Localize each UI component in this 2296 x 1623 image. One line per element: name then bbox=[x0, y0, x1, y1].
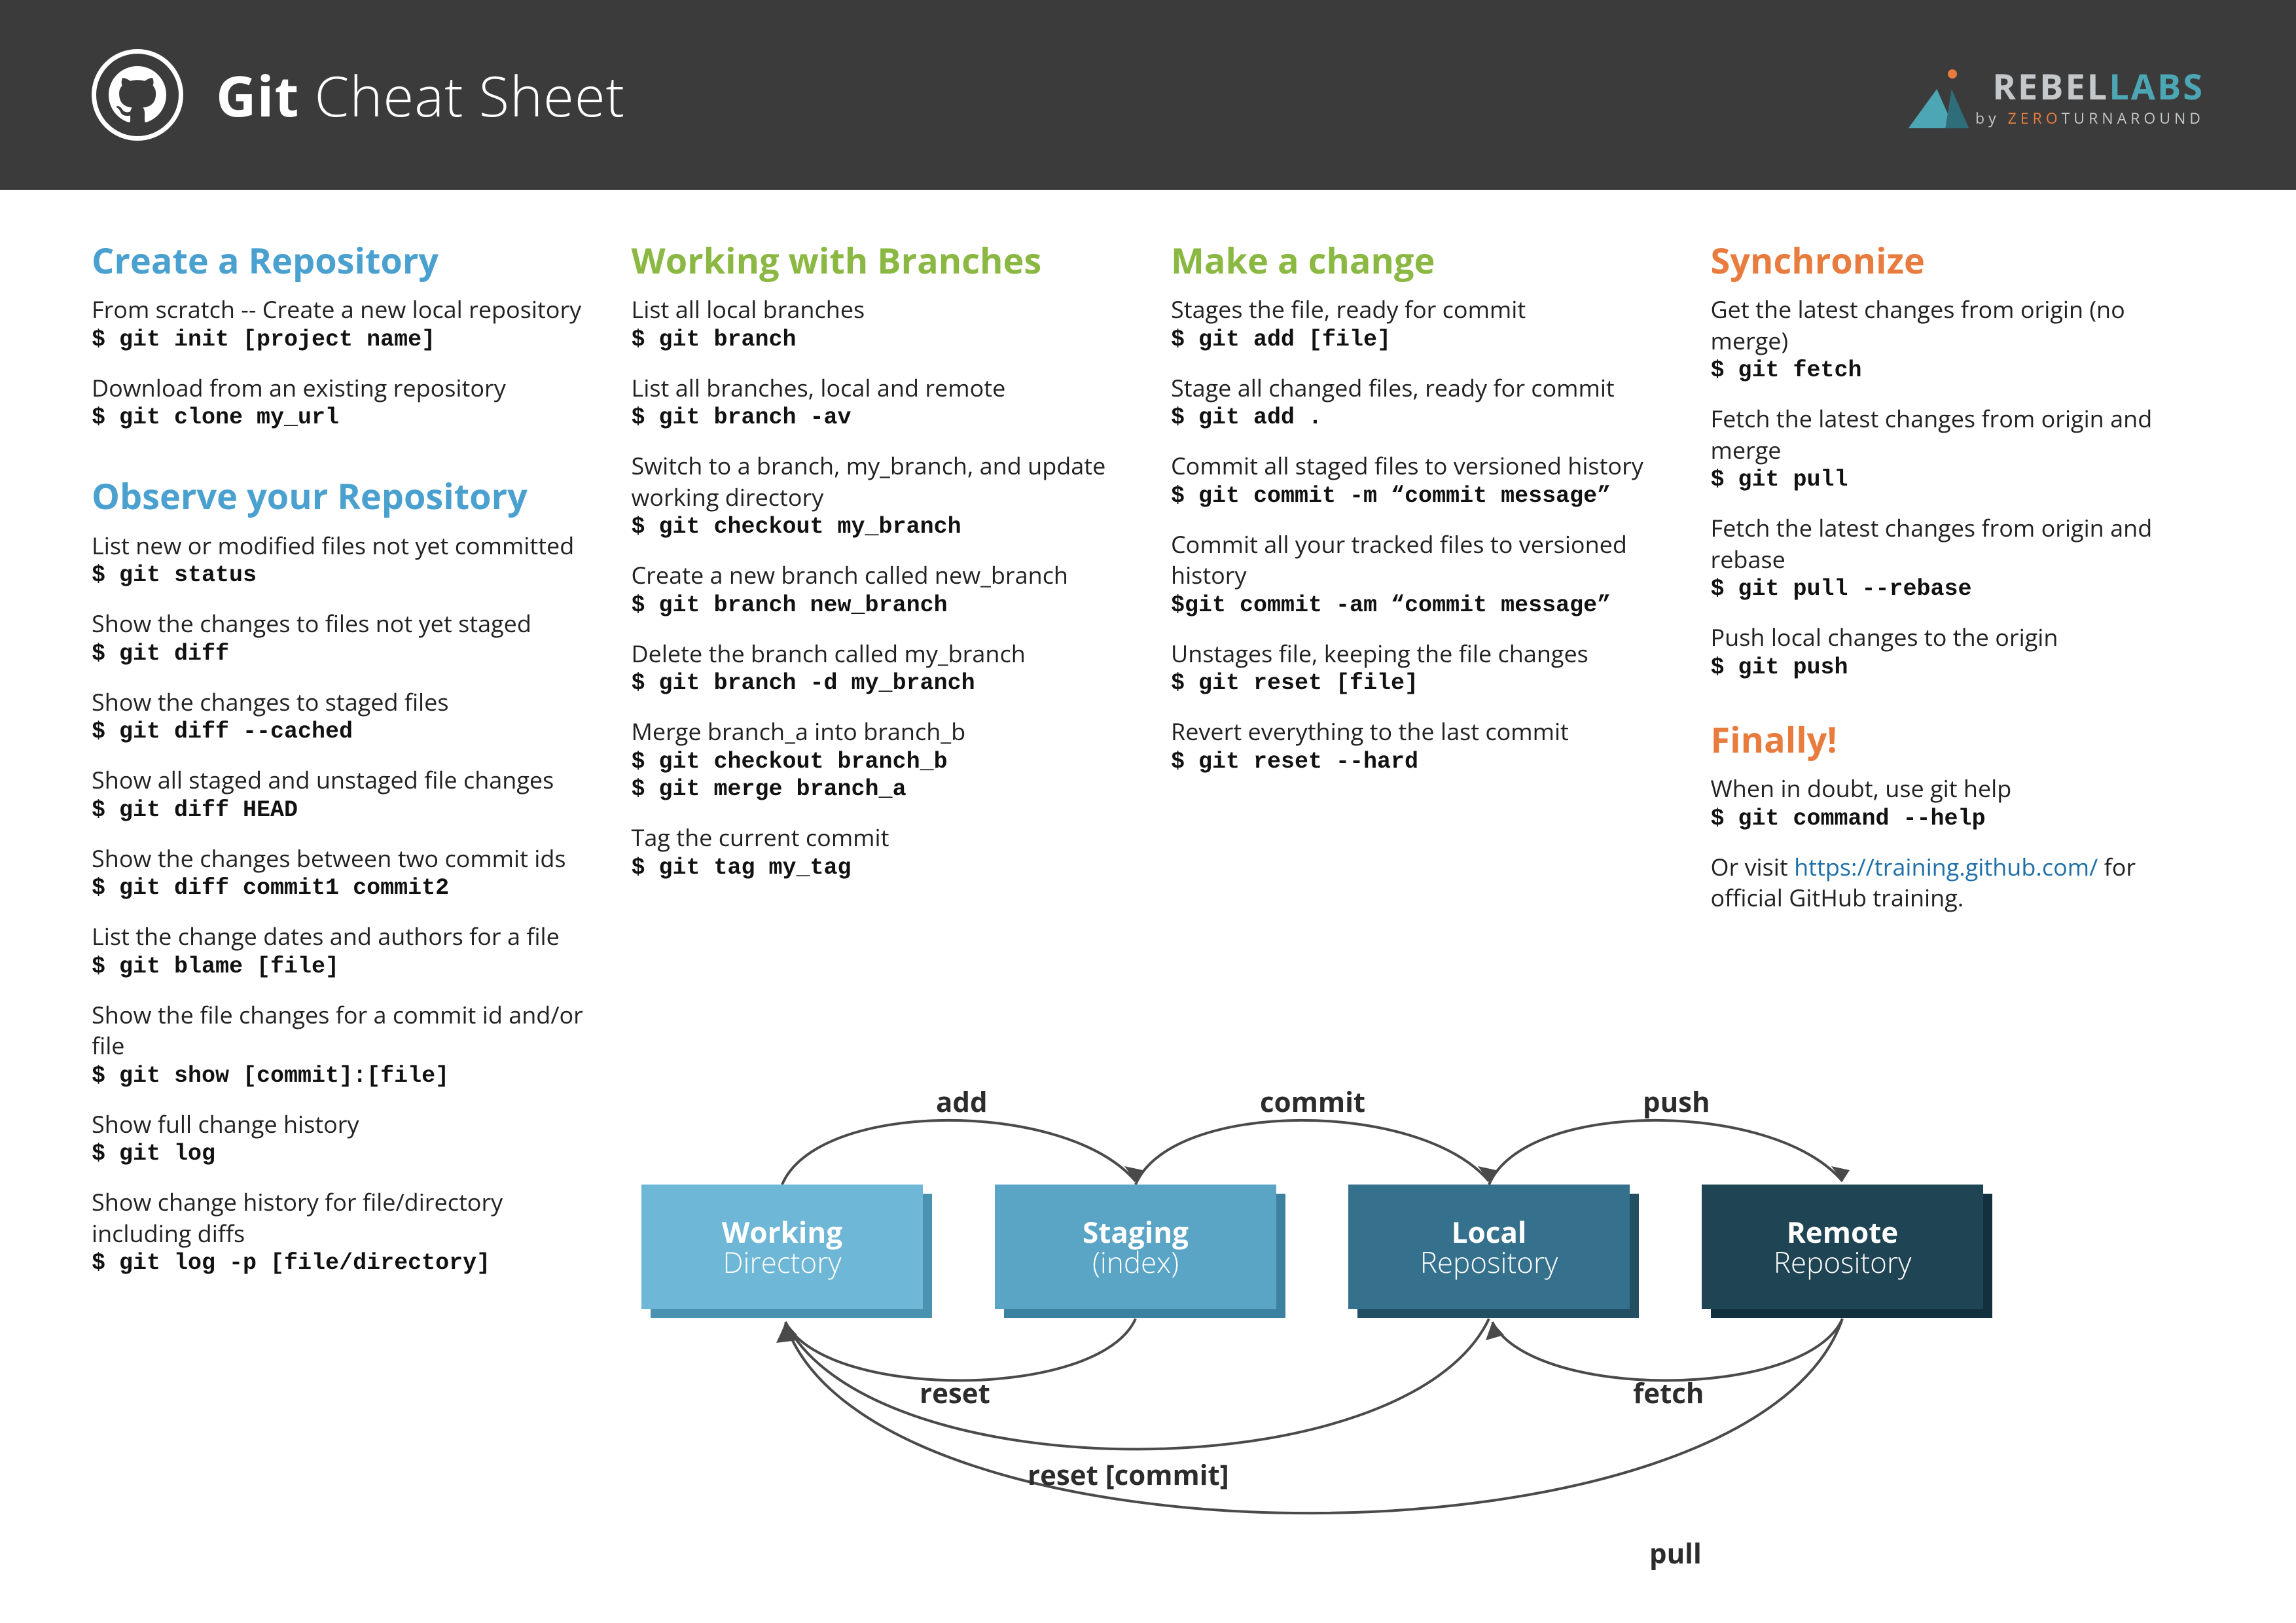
brand-logo: REBELLABS by ZEROTURNAROUND bbox=[1911, 62, 2204, 128]
desc: List all local branches bbox=[632, 294, 1126, 325]
cmd-git-diff-commits: $ git diff commit1 commit2 bbox=[92, 875, 586, 901]
box-remote-repository: RemoteRepository bbox=[1702, 1185, 1983, 1309]
cmd-git-add: $ git add [file] bbox=[1171, 327, 1665, 353]
training-link[interactable]: https://training.github.com/ bbox=[1794, 851, 2098, 883]
desc: Show the file changes for a commit id an… bbox=[92, 999, 586, 1061]
github-icon bbox=[92, 49, 183, 141]
label-push: push bbox=[1643, 1083, 1710, 1120]
cmd-git-diff: $ git diff bbox=[92, 641, 586, 667]
desc: Show the changes to files not yet staged bbox=[92, 608, 586, 639]
cmd-git-commit-m: $ git commit -m “commit message” bbox=[1171, 483, 1665, 509]
title-rest: Cheat Sheet bbox=[299, 57, 625, 133]
cmd-git-reset: $ git reset [file] bbox=[1171, 670, 1665, 696]
brand-mark-icon bbox=[1911, 69, 1964, 128]
cmd-git-push: $ git push bbox=[1711, 654, 2205, 681]
desc: When in doubt, use git help bbox=[1711, 773, 2205, 804]
cmd-git-blame: $ git blame [file] bbox=[92, 954, 586, 980]
cmd-git-log-p: $ git log -p [file/directory] bbox=[92, 1250, 586, 1276]
label-fetch: fetch bbox=[1633, 1374, 1704, 1412]
desc: Show full change history bbox=[92, 1109, 586, 1140]
git-flow-diagram: WorkingDirectory Staging(index) LocalRep… bbox=[622, 1060, 2206, 1603]
cmd-git-add-dot: $ git add . bbox=[1171, 404, 1665, 431]
desc: Show all staged and unstaged file change… bbox=[92, 764, 586, 796]
desc: List new or modified files not yet commi… bbox=[92, 530, 586, 562]
desc: Fetch the latest changes from origin and… bbox=[1711, 512, 2205, 575]
cmd-git-reset-hard: $ git reset --hard bbox=[1171, 749, 1665, 775]
brand-byline: by ZEROTURNAROUND bbox=[1975, 107, 2204, 128]
desc: Show the changes between two commit ids bbox=[92, 843, 586, 874]
desc: Download from an existing repository bbox=[92, 372, 586, 404]
box-local-repository: LocalRepository bbox=[1348, 1185, 1630, 1309]
training-note: Or visit https://training.github.com/ fo… bbox=[1711, 851, 2205, 914]
cmd-git-diff-cached: $ git diff --cached bbox=[92, 719, 586, 745]
desc: Unstages file, keeping the file changes bbox=[1171, 638, 1665, 669]
desc: Stage all changed files, ready for commi… bbox=[1171, 372, 1665, 404]
desc: Create a new branch called new_branch bbox=[632, 560, 1126, 591]
heading-finally: Finally! bbox=[1711, 720, 2205, 758]
desc: Revert everything to the last commit bbox=[1171, 716, 1665, 747]
label-reset-commit: reset [commit] bbox=[1028, 1456, 1229, 1493]
cmd-git-show: $ git show [commit]:[file] bbox=[92, 1063, 586, 1089]
cmd-git-diff-head: $ git diff HEAD bbox=[92, 797, 586, 823]
desc: Fetch the latest changes from origin and… bbox=[1711, 403, 2205, 465]
desc: Switch to a branch, my_branch, and updat… bbox=[632, 450, 1126, 512]
cmd-git-log: $ git log bbox=[92, 1141, 586, 1167]
cmd-git-pull-rebase: $ git pull --rebase bbox=[1711, 576, 2205, 602]
title-bold: Git bbox=[216, 57, 299, 133]
cmd-git-tag: $ git tag my_tag bbox=[632, 855, 1126, 881]
cmd-git-branch-d: $ git branch -d my_branch bbox=[632, 670, 1126, 696]
cmd-git-checkout: $ git checkout my_branch bbox=[632, 514, 1126, 540]
desc: Show the changes to staged files bbox=[92, 687, 586, 718]
page-header: Git Cheat Sheet REBELLABS by ZEROTURNARO… bbox=[0, 0, 2296, 190]
brand-name: REBELLABS bbox=[1975, 62, 2204, 110]
desc: List all branches, local and remote bbox=[632, 372, 1126, 404]
label-commit: commit bbox=[1260, 1083, 1365, 1120]
heading-sync: Synchronize bbox=[1711, 241, 2205, 279]
heading-change: Make a change bbox=[1171, 241, 1665, 279]
desc: From scratch -- Create a new local repos… bbox=[92, 294, 586, 325]
cmd-git-checkout-b: $ git checkout branch_b bbox=[632, 749, 1126, 775]
cmd-git-clone: $ git clone my_url bbox=[92, 404, 586, 431]
header-left: Git Cheat Sheet bbox=[92, 49, 625, 141]
cmd-git-help: $ git command --help bbox=[1711, 806, 2205, 832]
desc: Delete the branch called my_branch bbox=[632, 638, 1126, 669]
cmd-git-status: $ git status bbox=[92, 562, 586, 588]
cmd-git-branch-av: $ git branch -av bbox=[632, 404, 1126, 431]
desc: Commit all your tracked files to version… bbox=[1171, 529, 1665, 591]
heading-observe-repo: Observe your Repository bbox=[92, 476, 586, 515]
cmd-git-merge: $ git merge branch_a bbox=[632, 776, 1126, 802]
desc: Merge branch_a into branch_b bbox=[632, 716, 1126, 747]
cmd-git-fetch: $ git fetch bbox=[1711, 357, 2205, 383]
desc: Get the latest changes from origin (no m… bbox=[1711, 294, 2205, 356]
column-create-observe: Create a Repository From scratch -- Crea… bbox=[92, 229, 586, 1296]
heading-branches: Working with Branches bbox=[632, 241, 1126, 279]
desc: Stages the file, ready for commit bbox=[1171, 294, 1665, 325]
heading-create-repo: Create a Repository bbox=[92, 241, 586, 279]
cmd-git-branch-new: $ git branch new_branch bbox=[632, 592, 1126, 618]
label-pull: pull bbox=[1649, 1535, 1702, 1572]
label-add: add bbox=[936, 1083, 988, 1120]
label-reset: reset bbox=[920, 1374, 990, 1412]
diagram-arrows bbox=[622, 1060, 2206, 1603]
desc: Push local changes to the origin bbox=[1711, 622, 2205, 653]
cmd-git-branch: $ git branch bbox=[632, 327, 1126, 353]
cmd-git-pull: $ git pull bbox=[1711, 467, 2205, 493]
box-staging-index: Staging(index) bbox=[995, 1185, 1276, 1309]
cmd-git-commit-am: $git commit -am “commit message” bbox=[1171, 592, 1665, 618]
desc: Show change history for file/directory i… bbox=[92, 1186, 586, 1249]
desc: Tag the current commit bbox=[632, 822, 1126, 853]
desc: List the change dates and authors for a … bbox=[92, 921, 586, 952]
desc: Commit all staged files to versioned his… bbox=[1171, 450, 1665, 482]
box-working-directory: WorkingDirectory bbox=[641, 1185, 923, 1309]
page-title: Git Cheat Sheet bbox=[216, 57, 625, 133]
cmd-git-init: $ git init [project name] bbox=[92, 327, 586, 353]
